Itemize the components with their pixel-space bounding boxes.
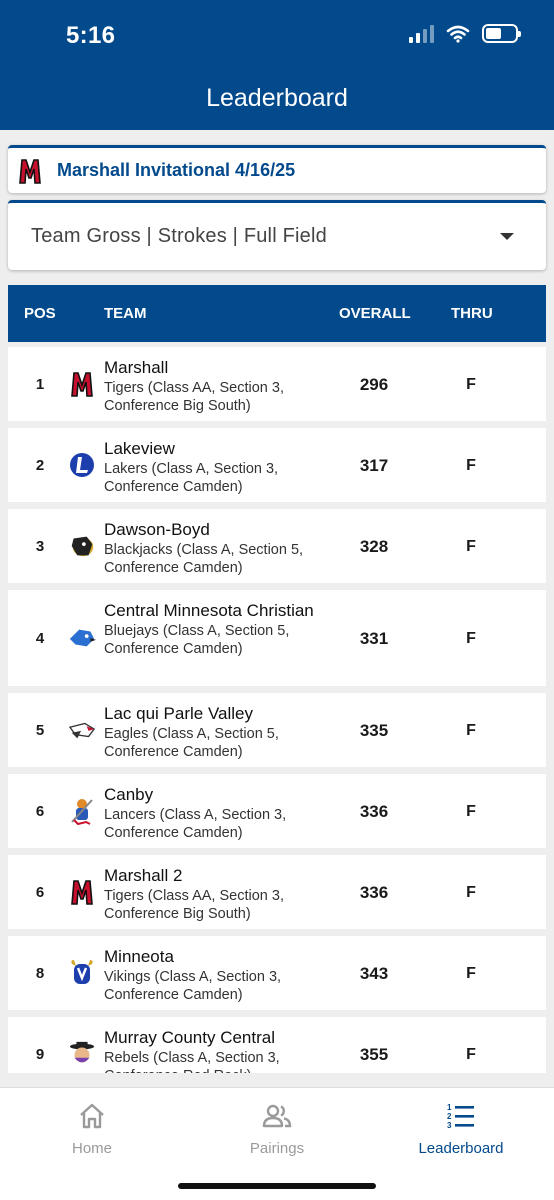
table-row[interactable]: 2 Lakeview Lakers (Class A, Section 3, C… <box>8 428 546 502</box>
thru-status: F <box>466 884 476 901</box>
event-title: Marshall Invitational 4/16/25 <box>57 160 296 180</box>
thru-status: F <box>466 538 476 555</box>
row-pos: 1 <box>35 376 45 393</box>
table-row[interactable]: 3 Dawson-Boyd Blackjacks (Class A, Secti… <box>8 509 546 583</box>
overall-score: 336 <box>359 802 389 821</box>
lakeview-l-logo <box>68 450 96 480</box>
col-overall: OVERALL <box>339 305 411 322</box>
cellular-signal-icon <box>409 24 434 43</box>
row-pos: 6 <box>35 803 45 820</box>
table-row[interactable]: 6 Marshall 2 Tigers (Class AA, Section 3… <box>8 855 546 929</box>
team-name: Murray County Central <box>104 1028 276 1047</box>
tab-pairings[interactable]: Pairings <box>185 1088 369 1178</box>
row-pos: 5 <box>35 722 45 739</box>
overall-score: 355 <box>359 1045 389 1064</box>
table-row[interactable]: 4 Central Minnesota Christian Bluejays (… <box>8 590 546 686</box>
thru-status: F <box>466 376 476 393</box>
row-pos: 6 <box>35 884 45 901</box>
table-row[interactable]: 5 Lac qui Parle Valley Eagles (Class A, … <box>8 693 546 767</box>
team-name: Minneota <box>104 947 174 966</box>
thru-status: F <box>466 1046 476 1063</box>
page-title: Leaderboard <box>206 84 348 112</box>
thru-status: F <box>466 630 476 647</box>
row-pos: 9 <box>35 1046 45 1063</box>
status-time: 5:16 <box>66 22 116 49</box>
thru-status: F <box>466 457 476 474</box>
list-numbered-icon: 1 2 3 <box>447 1103 474 1130</box>
team-name: Lakeview <box>104 439 175 458</box>
team-name: Dawson-Boyd <box>104 520 210 539</box>
table-row[interactable]: 1 Marshall Tigers (Class AA, Section 3, … <box>8 347 546 421</box>
team-detail: Lakers (Class A, Section 3, Conference C… <box>104 461 279 495</box>
leaderboard-list[interactable]: 1 Marshall Tigers (Class AA, Section 3, … <box>8 347 546 1073</box>
tab-label: Leaderboard <box>418 1140 504 1157</box>
col-team: TEAM <box>104 305 147 322</box>
people-icon <box>262 1104 292 1128</box>
svg-text:2: 2 <box>447 1112 452 1121</box>
overall-score: 317 <box>359 456 389 475</box>
viking-logo <box>68 958 96 988</box>
team-detail: Tigers (Class AA, Section 3, Conference … <box>104 380 284 414</box>
thru-status: F <box>466 965 476 982</box>
team-name: Lac qui Parle Valley <box>104 704 253 723</box>
marshall-m-logo <box>68 877 96 907</box>
status-icons <box>409 24 521 43</box>
marshall-m-logo <box>19 158 41 184</box>
leaderboard-filter-dropdown[interactable]: Team Gross | Strokes | Full Field <box>8 200 546 270</box>
col-thru: THRU <box>451 305 493 322</box>
row-pos: 2 <box>35 457 45 474</box>
event-card[interactable]: Marshall Invitational 4/16/25 <box>8 145 546 193</box>
lancer-logo <box>68 796 96 826</box>
team-detail: Vikings (Class A, Section 3, Conference … <box>104 969 282 1003</box>
wifi-icon <box>446 25 470 43</box>
tab-home[interactable]: Home <box>0 1088 184 1178</box>
eagle-logo <box>68 715 96 745</box>
tab-label: Home <box>71 1140 112 1157</box>
row-pos: 8 <box>35 965 45 982</box>
marshall-m-logo <box>68 369 96 399</box>
tab-leaderboard[interactable]: 1 2 3 Leaderboard <box>369 1088 553 1178</box>
caret-down-icon <box>500 233 514 240</box>
svg-text:1: 1 <box>447 1103 452 1112</box>
overall-score: 335 <box>359 721 389 740</box>
team-detail: Tigers (Class AA, Section 3, Conference … <box>104 888 284 922</box>
team-name: Central Minnesota Christian <box>104 601 314 620</box>
table-header: POS TEAM OVERALL THRU <box>8 285 546 342</box>
team-name: Marshall <box>104 358 169 377</box>
row-pos: 4 <box>35 630 45 647</box>
col-pos: POS <box>24 305 56 322</box>
team-detail: Bluejays (Class A, Section 5, Conference… <box>104 623 290 657</box>
battery-icon <box>482 24 521 43</box>
team-name: Marshall 2 <box>104 866 183 885</box>
overall-score: 336 <box>359 883 389 902</box>
overall-score: 331 <box>359 629 389 648</box>
team-name: Canby <box>104 785 154 804</box>
row-pos: 3 <box>35 538 45 555</box>
table-row[interactable]: 8 Minneota Vikings (Class A, Section 3, … <box>8 936 546 1010</box>
overall-score: 328 <box>359 537 389 556</box>
team-detail: Blackjacks (Class A, Section 5, Conferen… <box>104 542 304 576</box>
overall-score: 343 <box>359 964 389 983</box>
home-icon <box>80 1103 104 1129</box>
table-row[interactable]: 6 Canby Lancers (Class A, Section 3, Con… <box>8 774 546 848</box>
home-indicator <box>178 1183 376 1189</box>
table-row[interactable]: 9 Murray County Central Rebels (Class A,… <box>8 1017 546 1073</box>
team-detail: Eagles (Class A, Section 5, Conference C… <box>104 726 279 760</box>
thru-status: F <box>466 722 476 739</box>
bluejay-logo <box>68 623 96 653</box>
rebel-logo <box>68 1039 96 1069</box>
svg-text:3: 3 <box>447 1121 452 1130</box>
blackjacks-logo <box>68 531 96 561</box>
app-header: 5:16 Leaderboard <box>0 0 554 130</box>
tab-label: Pairings <box>249 1140 305 1157</box>
filter-label: Team Gross | Strokes | Full Field <box>31 225 327 247</box>
team-detail: Rebels (Class A, Section 3, Conference R… <box>104 1050 280 1073</box>
team-detail: Lancers (Class A, Section 3, Conference … <box>104 807 287 841</box>
overall-score: 296 <box>359 375 389 394</box>
thru-status: F <box>466 803 476 820</box>
